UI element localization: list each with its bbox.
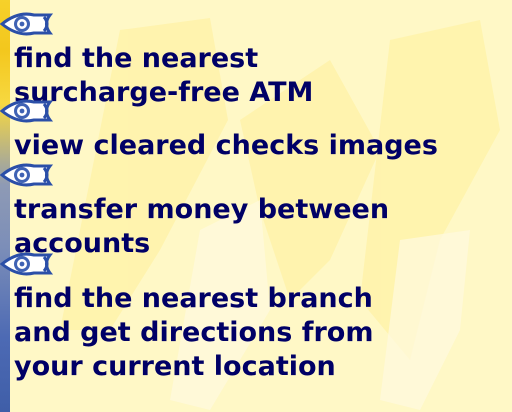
- bullet-item-cleared-checks: view cleared checks images: [0, 95, 438, 163]
- bullet-text-line: find the nearest branch: [14, 283, 373, 314]
- bullet-text-line: find the nearest: [14, 43, 259, 74]
- eye-bullet-icon: [0, 99, 54, 123]
- bullet-item-nearest-branch: find the nearest branch and get directio…: [0, 248, 374, 384]
- eye-bullet-icon: [0, 252, 54, 276]
- eye-bullet-icon: [0, 163, 54, 187]
- left-edge-band: [0, 0, 10, 412]
- eye-bullet-icon: [0, 12, 54, 36]
- bullet-text-line: and get directions from: [14, 317, 374, 348]
- bullet-item-transfer-money: transfer money between accounts: [0, 159, 390, 261]
- bullet-text-line: view cleared checks images: [14, 130, 438, 161]
- bullet-text-line: your current location: [14, 351, 336, 382]
- bullet-text-line: transfer money between: [14, 194, 390, 225]
